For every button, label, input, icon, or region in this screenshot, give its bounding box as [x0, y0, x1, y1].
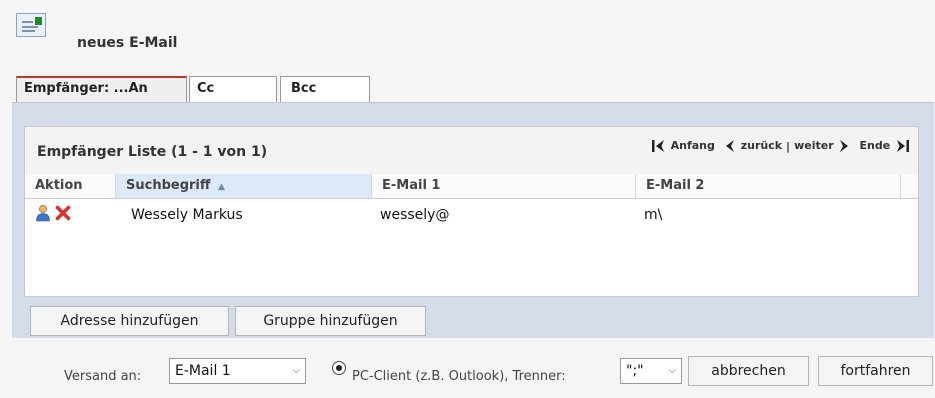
list-title: Empfänger Liste (1 - 1 von 1)	[37, 144, 268, 160]
add-group-button[interactable]: Gruppe hinzufügen	[235, 306, 426, 336]
separator-value: ";"	[626, 363, 644, 379]
pager: Anfang zurück | weiter Ende	[651, 139, 910, 153]
first-page-icon	[651, 140, 664, 152]
pager-last[interactable]: Ende	[859, 139, 910, 153]
pc-client-label: PC-Client (z.B. Outlook), Trenner:	[352, 369, 566, 384]
tab-cc[interactable]: Cc	[189, 76, 277, 102]
send-to-select[interactable]: E-Mail 1 ⌵	[169, 358, 306, 384]
column-headers: Aktion Suchbegriff ▲ E-Mail 1 E-Mail 2	[25, 174, 918, 199]
last-page-icon	[897, 140, 909, 152]
page-title: neues E-Mail	[77, 35, 178, 51]
cell-email1: wessely@	[380, 207, 450, 223]
pager-next-label: weiter	[794, 139, 834, 152]
send-to-value: E-Mail 1	[175, 363, 231, 379]
delete-icon[interactable]	[55, 204, 71, 222]
cancel-button[interactable]: abbrechen	[688, 356, 809, 386]
sort-asc-icon: ▲	[217, 182, 225, 192]
cell-suchbegriff: Wessely Markus	[131, 207, 243, 223]
chevron-right-icon	[840, 140, 849, 152]
send-to-label: Versand an:	[64, 369, 142, 384]
grid-header: Empfänger Liste (1 - 1 von 1) Anfang zur…	[25, 127, 918, 175]
row-actions	[35, 204, 71, 222]
chevron-down-icon: ⌵	[292, 365, 300, 376]
edit-contact-icon[interactable]	[35, 204, 51, 222]
pager-prev[interactable]: zurück	[723, 139, 782, 153]
tab-an[interactable]: Empfänger: ...An	[16, 76, 187, 102]
recipients-panel: Empfänger Liste (1 - 1 von 1) Anfang zur…	[12, 102, 934, 338]
table-row: Wessely Markus wessely@ m\	[25, 199, 918, 229]
col-email2[interactable]: E-Mail 2	[636, 174, 901, 198]
col-aktion: Aktion	[25, 174, 116, 198]
col-suchbegriff[interactable]: Suchbegriff ▲	[116, 174, 372, 198]
pager-first-label: Anfang	[670, 139, 715, 152]
cell-email2: m\	[644, 207, 663, 223]
pager-prev-label: zurück	[740, 139, 783, 152]
separator-select[interactable]: ";" ⌵	[620, 358, 682, 384]
chevron-left-icon	[725, 140, 734, 152]
continue-button[interactable]: fortfahren	[818, 356, 933, 386]
col-email1[interactable]: E-Mail 1	[372, 174, 636, 198]
recipients-grid: Empfänger Liste (1 - 1 von 1) Anfang zur…	[24, 126, 919, 297]
chevron-down-icon: ⌵	[668, 365, 676, 376]
pager-separator: |	[786, 139, 791, 153]
col-suchbegriff-label: Suchbegriff	[126, 178, 211, 193]
pager-last-label: Ende	[859, 139, 891, 152]
pager-next[interactable]: weiter	[794, 139, 851, 153]
new-email-icon	[16, 13, 46, 37]
pager-first[interactable]: Anfang	[651, 139, 715, 153]
pc-client-radio[interactable]	[332, 361, 346, 375]
tab-bcc[interactable]: Bcc	[280, 76, 370, 102]
add-address-button[interactable]: Adresse hinzufügen	[30, 306, 229, 336]
